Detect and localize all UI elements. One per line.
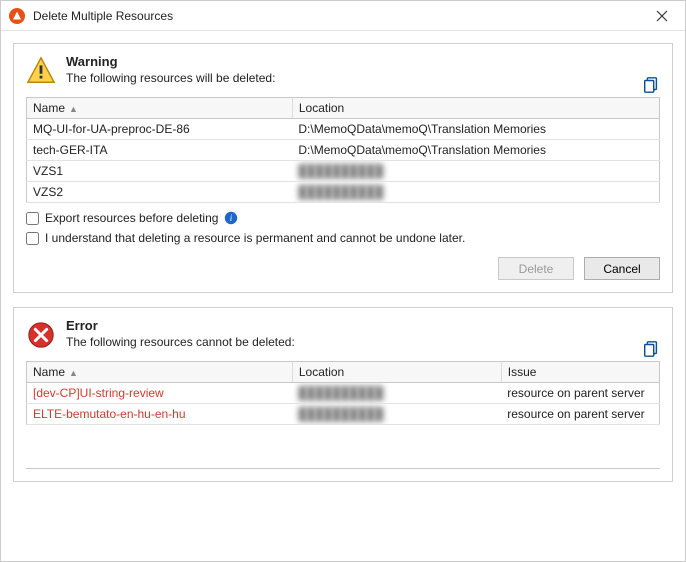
- close-button[interactable]: [647, 1, 677, 31]
- table-row[interactable]: tech-GER-ITA D:\MemoQData\memoQ\Translat…: [27, 140, 660, 161]
- cell-location: D:\MemoQData\memoQ\Translation Memories: [292, 140, 659, 161]
- cell-name: [dev-CP]UI-string-review: [27, 383, 293, 404]
- table-row[interactable]: MQ-UI-for-UA-preproc-DE-86 D:\MemoQData\…: [27, 119, 660, 140]
- close-icon: [656, 10, 668, 22]
- col-location-label: Location: [299, 365, 344, 379]
- cell-name: tech-GER-ITA: [27, 140, 293, 161]
- window-title: Delete Multiple Resources: [33, 9, 647, 23]
- copy-button[interactable]: [640, 74, 662, 96]
- error-panel: Error The following resources cannot be …: [13, 307, 673, 482]
- copy-icon: [642, 76, 660, 94]
- error-header: Error The following resources cannot be …: [26, 318, 660, 353]
- col-issue[interactable]: Issue: [501, 362, 659, 383]
- export-checkbox[interactable]: [26, 212, 39, 225]
- cell-location: ██████████: [292, 383, 501, 404]
- cell-issue: resource on parent server: [501, 383, 659, 404]
- button-row: Delete Cancel: [26, 257, 660, 280]
- titlebar: Delete Multiple Resources: [1, 1, 685, 31]
- cell-name: ELTE-bemutato-en-hu-en-hu: [27, 404, 293, 425]
- col-name-label: Name: [33, 101, 65, 115]
- options-group: Export resources before deleting i I und…: [26, 211, 660, 245]
- cell-location: D:\MemoQData\memoQ\Translation Memories: [292, 119, 659, 140]
- cell-location: ██████████: [292, 161, 659, 182]
- col-name-label: Name: [33, 365, 65, 379]
- warning-table: Name ▲ Location MQ-UI-for-UA-preproc-DE-8…: [26, 97, 660, 203]
- table-row[interactable]: ELTE-bemutato-en-hu-en-hu ██████████ res…: [27, 404, 660, 425]
- cell-name: VZS1: [27, 161, 293, 182]
- copy-button[interactable]: [640, 338, 662, 360]
- warning-icon: [26, 54, 66, 89]
- col-name[interactable]: Name ▲: [27, 98, 293, 119]
- confirm-checkbox[interactable]: [26, 232, 39, 245]
- sort-asc-icon: ▲: [69, 368, 78, 378]
- error-heading: Error: [66, 318, 660, 333]
- cell-location: ██████████: [292, 404, 501, 425]
- table-row[interactable]: VZS2 ██████████: [27, 182, 660, 203]
- col-location-label: Location: [299, 101, 344, 115]
- col-name[interactable]: Name ▲: [27, 362, 293, 383]
- col-location[interactable]: Location: [292, 362, 501, 383]
- cell-issue: resource on parent server: [501, 404, 659, 425]
- export-label[interactable]: Export resources before deleting: [45, 211, 218, 225]
- cell-location: ██████████: [292, 182, 659, 203]
- sort-asc-icon: ▲: [69, 104, 78, 114]
- info-icon[interactable]: i: [224, 211, 238, 225]
- error-table: Name ▲ Location Issue [dev-CP]UI-string-r…: [26, 361, 660, 425]
- warning-heading: Warning: [66, 54, 660, 69]
- error-icon: [26, 318, 66, 353]
- app-icon: [9, 8, 25, 24]
- delete-button[interactable]: Delete: [498, 257, 574, 280]
- copy-icon: [642, 340, 660, 358]
- col-issue-label: Issue: [508, 365, 537, 379]
- warning-subheading: The following resources will be deleted:: [66, 71, 660, 85]
- confirm-label[interactable]: I understand that deleting a resource is…: [45, 231, 465, 245]
- warning-header: Warning The following resources will be …: [26, 54, 660, 89]
- cancel-button[interactable]: Cancel: [584, 257, 660, 280]
- col-location[interactable]: Location: [292, 98, 659, 119]
- table-row[interactable]: [dev-CP]UI-string-review ██████████ reso…: [27, 383, 660, 404]
- warning-panel: Warning The following resources will be …: [13, 43, 673, 293]
- error-subheading: The following resources cannot be delete…: [66, 335, 660, 349]
- cell-name: VZS2: [27, 182, 293, 203]
- cell-name: MQ-UI-for-UA-preproc-DE-86: [27, 119, 293, 140]
- table-row[interactable]: VZS1 ██████████: [27, 161, 660, 182]
